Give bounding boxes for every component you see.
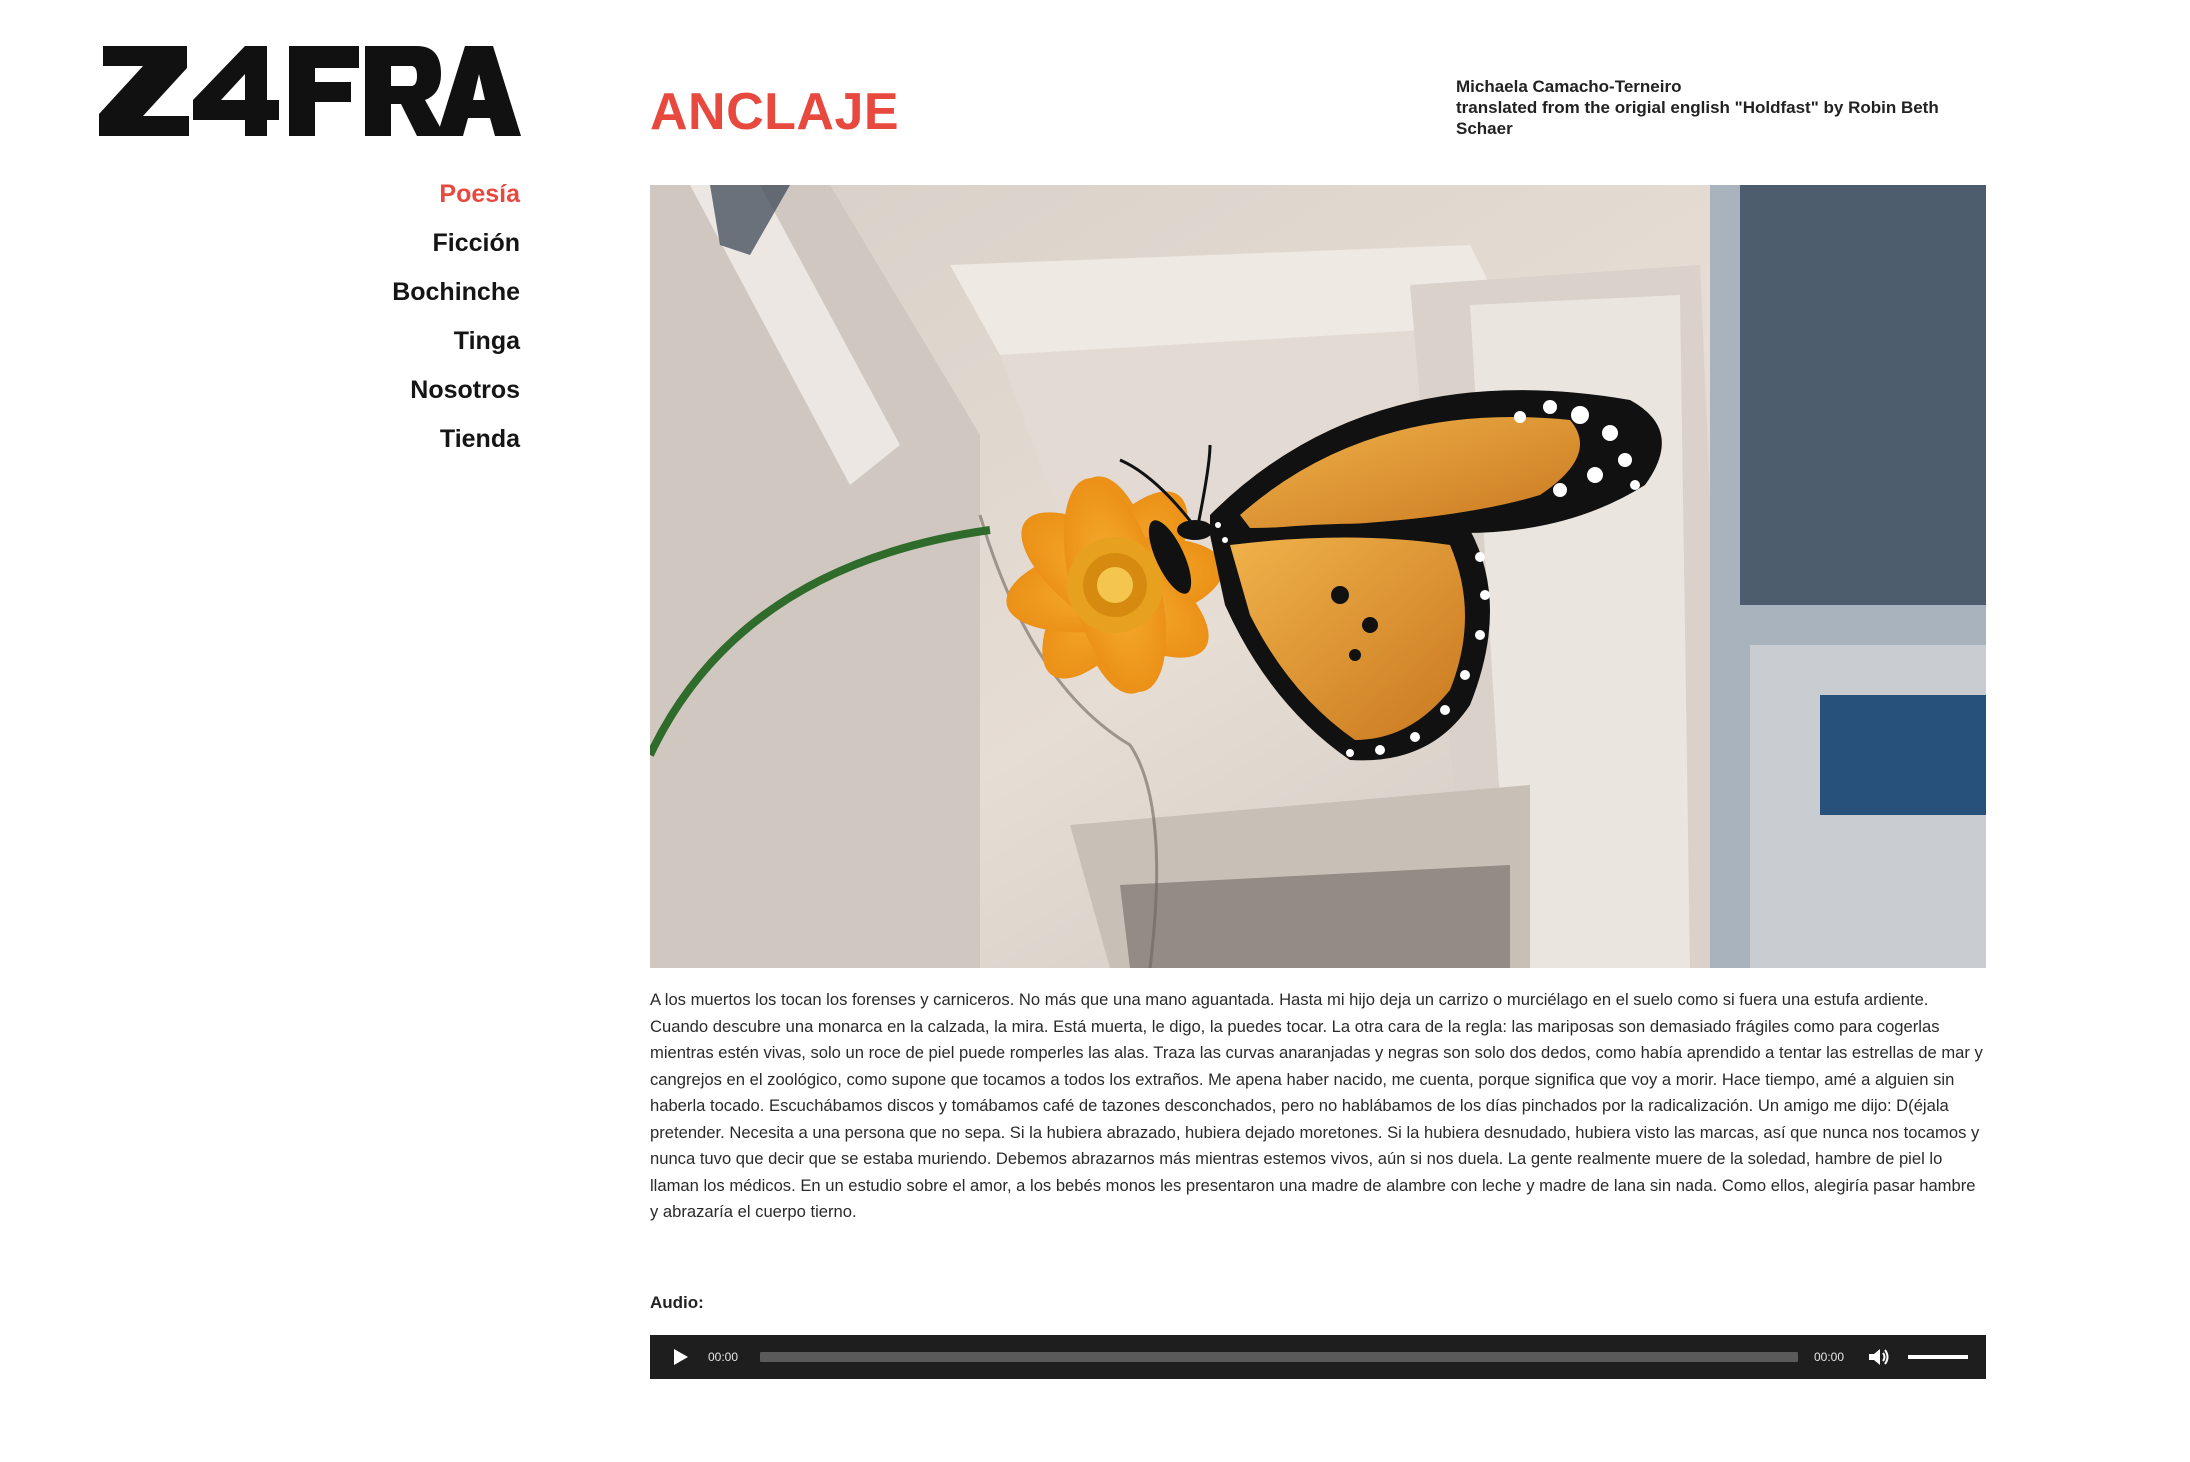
current-time: 00:00 bbox=[708, 1350, 739, 1364]
nav-item-poesia[interactable]: Poesía bbox=[392, 170, 520, 219]
audio-player: 00:00 00:00 bbox=[650, 1335, 1986, 1379]
audio-progress-bar[interactable] bbox=[760, 1352, 1798, 1362]
volume-slider[interactable] bbox=[1908, 1351, 1968, 1363]
play-icon[interactable] bbox=[670, 1346, 692, 1368]
nav-item-tienda[interactable]: Tienda bbox=[392, 415, 520, 464]
duration-time: 00:00 bbox=[1814, 1350, 1845, 1364]
nav-item-nosotros[interactable]: Nosotros bbox=[392, 366, 520, 415]
hero-image bbox=[650, 185, 1986, 968]
translation-note: translated from the origial english "Hol… bbox=[1456, 98, 1939, 138]
volume-level bbox=[1908, 1355, 1968, 1359]
logo-text: ZAFRA bbox=[522, 40, 523, 41]
site-logo[interactable]: ZAFRA bbox=[97, 40, 522, 140]
byline: Michaela Camacho-Terneiro translated fro… bbox=[1456, 76, 1976, 139]
article-body: A los muertos los tocan los forenses y c… bbox=[650, 990, 1983, 1221]
nav-item-ficcion[interactable]: Ficción bbox=[392, 219, 520, 268]
nav-item-tinga[interactable]: Tinga bbox=[392, 317, 520, 366]
audio-label: Audio: bbox=[650, 1293, 704, 1312]
main-nav: Poesía Ficción Bochinche Tinga Nosotros … bbox=[392, 170, 520, 464]
page-title: ANCLAJE bbox=[650, 83, 900, 141]
author-name: Michaela Camacho-Terneiro bbox=[1456, 77, 1682, 96]
volume-icon[interactable] bbox=[1866, 1344, 1892, 1370]
nav-item-bochinche[interactable]: Bochinche bbox=[392, 268, 520, 317]
